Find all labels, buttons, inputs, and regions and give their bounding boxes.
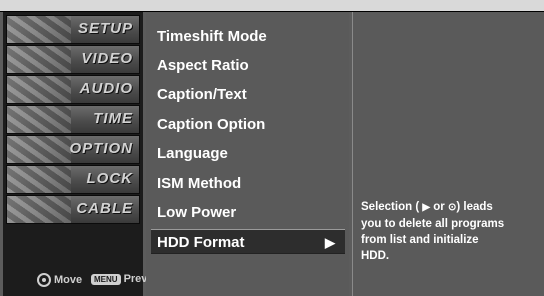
move-hint: Move — [37, 273, 82, 287]
option-low-power[interactable]: Low Power — [151, 200, 345, 225]
top-strip — [0, 0, 544, 12]
category-option[interactable]: OPTION — [6, 135, 140, 164]
prev-label: Prev — [123, 273, 148, 285]
move-label: Move — [54, 274, 83, 286]
category-menu: SETUP VIDEO AUDIO TIME OPTION LOCK CABLE — [3, 12, 147, 296]
option-hdd-format[interactable]: HDD Format ▶ — [151, 229, 345, 254]
category-label: OPTION — [69, 140, 133, 157]
option-ism-method[interactable]: ISM Method — [151, 171, 345, 196]
description-text: Selection ( ▶ or ⊙) leads you to delete … — [361, 199, 541, 264]
category-label: TIME — [93, 110, 133, 127]
option-caption-text[interactable]: Caption/Text — [151, 82, 345, 107]
option-aspect-ratio[interactable]: Aspect Ratio — [151, 53, 345, 78]
category-label: SETUP — [77, 20, 133, 37]
category-lock[interactable]: LOCK — [6, 165, 140, 194]
video-icon — [7, 46, 71, 73]
category-video[interactable]: VIDEO — [6, 45, 140, 74]
lock-icon — [7, 166, 71, 193]
description-part: or — [433, 201, 445, 213]
option-icon — [7, 136, 71, 163]
setup-icon — [7, 16, 71, 43]
description-part: Selection ( — [361, 201, 420, 213]
description-part: ) leads — [456, 201, 493, 213]
tv-menu-screen: SETUP VIDEO AUDIO TIME OPTION LOCK CABLE — [0, 0, 544, 296]
description-line-4: HDD. — [361, 250, 390, 262]
arrow-right-icon: ▶ — [325, 235, 335, 250]
description-panel: Selection ( ▶ or ⊙) leads you to delete … — [352, 12, 544, 296]
category-label: LOCK — [86, 170, 133, 187]
description-line-1: Selection ( ▶ or ⊙) leads — [361, 199, 541, 216]
category-label: VIDEO — [81, 50, 133, 67]
prev-hint: MENU Prev — [91, 273, 147, 285]
cable-icon — [7, 196, 71, 223]
arrow-right-icon: ▶ — [422, 202, 431, 213]
category-audio[interactable]: AUDIO — [6, 75, 140, 104]
option-list: Timeshift Mode Aspect Ratio Caption/Text… — [146, 12, 349, 296]
category-label: AUDIO — [79, 80, 133, 97]
time-icon — [7, 106, 71, 133]
menu-key-icon: MENU — [91, 273, 121, 285]
category-label: CABLE — [76, 200, 133, 217]
category-setup[interactable]: SETUP — [6, 15, 140, 44]
category-cable[interactable]: CABLE — [6, 195, 140, 224]
audio-icon — [7, 76, 71, 103]
option-language[interactable]: Language — [151, 141, 345, 166]
navigation-hints: Move MENU Prev — [3, 262, 147, 296]
option-timeshift-mode[interactable]: Timeshift Mode — [151, 24, 345, 49]
option-hdd-format-label: HDD Format — [157, 234, 245, 251]
move-icon — [37, 273, 51, 287]
category-time[interactable]: TIME — [6, 105, 140, 134]
option-caption-option[interactable]: Caption Option — [151, 112, 345, 137]
description-line-3: from list and initialize — [361, 234, 479, 246]
description-line-2: you to delete all programs — [361, 218, 505, 230]
